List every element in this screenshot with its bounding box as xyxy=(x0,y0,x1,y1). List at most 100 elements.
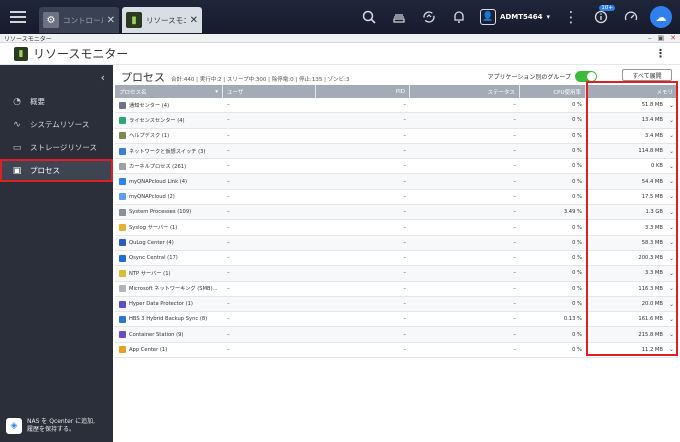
bell-icon[interactable] xyxy=(444,0,474,34)
main-menu-button[interactable] xyxy=(0,0,36,34)
user-cell: – xyxy=(227,255,230,262)
close-icon[interactable]: ✕ xyxy=(190,15,198,26)
close-icon[interactable]: ✕ xyxy=(670,34,676,42)
table-row[interactable]: 通知センター (4) – – –0 % 51.8 MB ⌄ xyxy=(115,98,678,114)
chevron-down-icon[interactable]: ⌄ xyxy=(669,301,674,308)
status-cell: – xyxy=(513,331,516,338)
column-header-memory[interactable]: メモリ xyxy=(586,85,678,98)
app-icon xyxy=(119,101,126,109)
pid-cell: – xyxy=(403,117,406,124)
status-cell: – xyxy=(513,132,516,139)
tab-resource-monitor[interactable]: ▮ リソースモニ… ✕ xyxy=(122,7,202,33)
chevron-down-icon[interactable]: ⌄ xyxy=(669,331,674,338)
chevron-down-icon[interactable]: ⌄ xyxy=(669,117,674,124)
chevron-down-icon[interactable]: ⌄ xyxy=(669,102,674,109)
user-menu[interactable]: 👤 ADMT5464 ▾ xyxy=(474,9,556,25)
table-row[interactable]: Syslog サーバー (1) – – –0 % 3.3 MB ⌄ xyxy=(115,220,678,236)
table-row[interactable]: カーネルプロセス (261) – – –0 % 0 KB ⌄ xyxy=(115,159,678,175)
expand-all-button[interactable]: すべて展開 xyxy=(622,69,672,81)
pid-cell: – xyxy=(403,209,406,216)
chevron-down-icon[interactable]: ⌄ xyxy=(669,346,674,353)
process-name-cell: System Processes (109) xyxy=(115,205,223,219)
sync-icon[interactable] xyxy=(414,0,444,34)
status-cell: – xyxy=(513,163,516,170)
chevron-down-icon[interactable]: ⌄ xyxy=(669,193,674,200)
dashboard-icon[interactable] xyxy=(616,0,646,34)
maximize-icon[interactable]: ▣ xyxy=(658,34,665,42)
column-header-user[interactable]: ユーザ xyxy=(223,85,316,98)
minimize-icon[interactable]: – xyxy=(648,34,652,42)
qcenter-promo[interactable]: ◈ NAS を Qcenter に追加, 履歴を保持する。 xyxy=(6,418,110,434)
chevron-down-icon[interactable]: ⌄ xyxy=(669,132,674,139)
chevron-down-icon[interactable]: ⌄ xyxy=(669,224,674,231)
table-row[interactable]: App Center (1) – – –0 % 11.2 MB ⌄ xyxy=(115,342,678,359)
more-icon[interactable]: ⋮ xyxy=(556,0,586,34)
process-name-cell: HBS 3 Hybrid Backup Sync (8) xyxy=(115,312,223,326)
pid-cell: – xyxy=(403,163,406,170)
table-row[interactable]: QuLog Center (4) – – –0 % 58.3 MB ⌄ xyxy=(115,235,678,251)
table-row[interactable]: Microsoft ネットワーキング (SMB)... – – –0 % 116.3 M… xyxy=(115,281,678,297)
table-row[interactable]: myQNAPcloud (2) – – –0 % 17.5 MB ⌄ xyxy=(115,189,678,206)
sidebar-item-system-resources[interactable]: ∿ システムリソース xyxy=(0,113,113,136)
cpu-cell: 3.49 % xyxy=(563,209,582,216)
status-cell: – xyxy=(513,316,516,323)
cpu-cell: 0 % xyxy=(572,331,582,338)
table-row[interactable]: Container Station (9) – – –0 % 215.8 MB ⌄ xyxy=(115,327,678,343)
chevron-down-icon[interactable]: ⌄ xyxy=(669,285,674,292)
table-row[interactable]: ライセンスセンター (4) – – –0 % 13.4 MB ⌄ xyxy=(115,113,678,129)
app-icon xyxy=(119,224,126,232)
process-name-cell: myQNAPcloud (2) xyxy=(115,190,223,204)
status-cell: – xyxy=(513,117,516,124)
pid-cell: – xyxy=(403,331,406,338)
table-row[interactable]: ヘルプデスク (1) – – –0 % 3.4 MB ⌄ xyxy=(115,128,678,144)
app-icon xyxy=(119,178,126,186)
chevron-down-icon[interactable]: ⌄ xyxy=(669,178,674,185)
process-name-cell: NTP サーバー (1) xyxy=(115,266,223,280)
chevron-left-icon[interactable]: ‹ xyxy=(101,71,105,84)
table-row[interactable]: myQNAPcloud Link (4) – – –0 % 54.4 MB ⌄ xyxy=(115,174,678,190)
sidebar-item-overview[interactable]: ◔ 概要 xyxy=(0,90,113,113)
tab-control-panel[interactable]: ⚙ コントロール ✕ xyxy=(39,7,119,33)
gauge-icon: ◔ xyxy=(13,96,21,107)
column-header-cpu[interactable]: CPU使用率 xyxy=(520,85,586,98)
pid-cell: – xyxy=(403,102,406,109)
more-options-icon[interactable]: ⋮ xyxy=(655,47,666,60)
sidebar-item-storage-resources[interactable]: ▭ ストレージリソース xyxy=(0,136,113,159)
chevron-down-icon[interactable]: ⌄ xyxy=(669,163,674,170)
status-cell: – xyxy=(513,148,516,155)
cloud-icon[interactable]: ☁ xyxy=(650,6,672,28)
toggle-switch[interactable] xyxy=(575,71,597,82)
app-icon xyxy=(119,193,126,201)
table-row[interactable]: HBS 3 Hybrid Backup Sync (8) – – –0.13 % 161… xyxy=(115,312,678,328)
close-icon[interactable]: ✕ xyxy=(107,15,115,26)
cpu-cell: 0 % xyxy=(572,239,582,246)
memory-cell: 215.8 MB ⌄ xyxy=(638,331,674,339)
cpu-cell: 0 % xyxy=(572,255,582,262)
user-cell: – xyxy=(227,117,230,124)
table-row[interactable]: Qsync Central (17) – – –0 % 200.3 MB ⌄ xyxy=(115,250,678,267)
table-row[interactable]: NTP サーバー (1) – – –0 % 3.3 MB ⌄ xyxy=(115,266,678,282)
chevron-down-icon[interactable]: ⌄ xyxy=(669,270,674,277)
column-header-status[interactable]: ステータス xyxy=(410,85,520,98)
cpu-cell: 0 % xyxy=(572,270,582,277)
table-row[interactable]: System Processes (109) – – –3.49 % 1.3 GB ⌄ xyxy=(115,205,678,221)
cpu-cell: 0 % xyxy=(572,132,582,139)
chevron-down-icon[interactable]: ⌄ xyxy=(669,239,674,246)
task-stack-icon[interactable] xyxy=(384,0,414,34)
column-header-name[interactable]: プロセス名 ▾ xyxy=(115,85,223,98)
status-cell: – xyxy=(513,102,516,109)
table-row[interactable]: ネットワークと仮想スイッチ (3) – – –0 % 114.8 MB ⌄ xyxy=(115,143,678,160)
chevron-down-icon[interactable]: ⌄ xyxy=(669,316,674,323)
column-header-pid[interactable]: PID xyxy=(316,85,410,98)
sidebar: ‹ ◔ 概要 ∿ システムリソース ▭ ストレージリソース ▣ プロセス ◈ N… xyxy=(0,65,113,442)
sidebar-item-processes[interactable]: ▣ プロセス xyxy=(0,159,113,182)
search-icon[interactable] xyxy=(354,0,384,34)
chevron-down-icon[interactable]: ⌄ xyxy=(669,209,674,216)
group-by-app-toggle[interactable]: アプリケーション別のグループ xyxy=(487,71,597,82)
status-cell: – xyxy=(513,301,516,307)
chevron-down-icon: ▾ xyxy=(546,13,550,21)
chevron-down-icon[interactable]: ⌄ xyxy=(669,255,674,262)
chevron-down-icon[interactable]: ⌄ xyxy=(669,148,674,155)
info-icon[interactable]: 10+ xyxy=(586,0,616,34)
table-row[interactable]: Hyper Data Protector (1) – – –0 % 20.0 MB ⌄ xyxy=(115,296,678,313)
